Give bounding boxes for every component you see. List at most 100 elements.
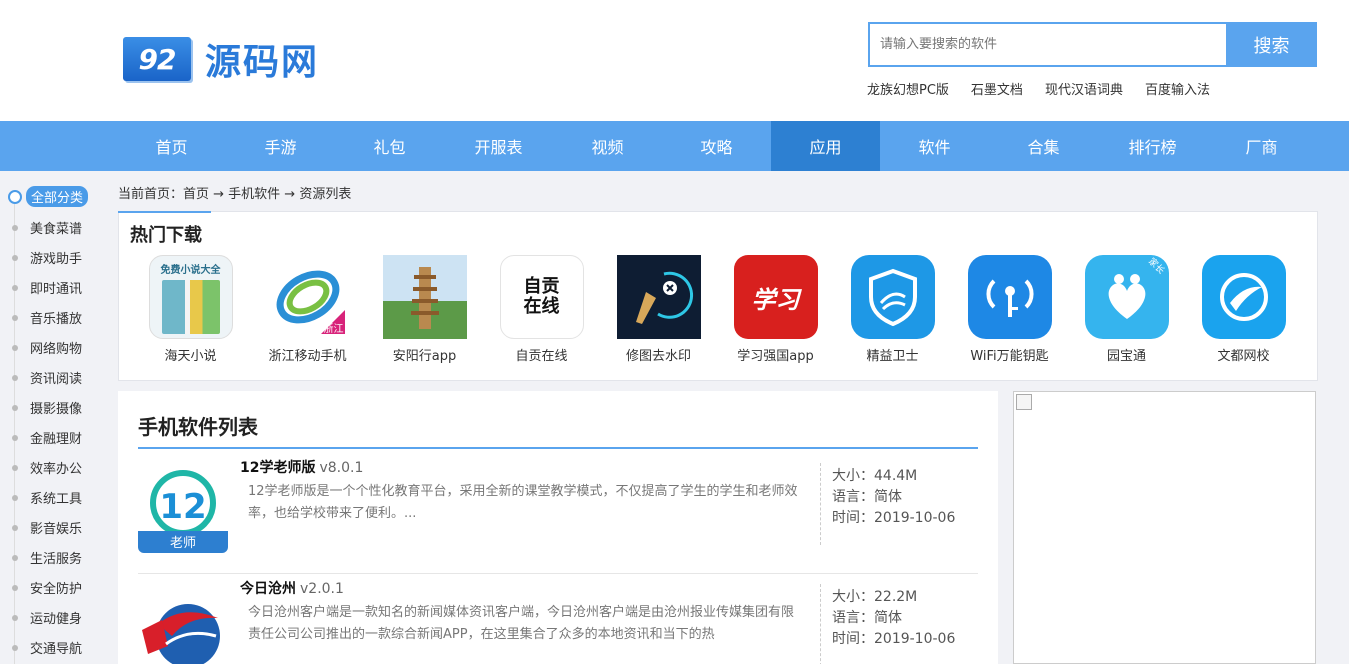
hot-app-item[interactable]: 修图去水印 (600, 255, 717, 364)
list-item[interactable]: 今日沧州 v2.0.1 今日沧州客户端是一款知名的新闻媒体资讯客户端，今日沧州客户… (138, 574, 978, 664)
app-name: 文都网校 (1217, 349, 1270, 364)
bullet-icon (12, 254, 18, 261)
sidebar-item[interactable]: 资讯阅读 (12, 368, 82, 387)
china-mobile-icon: 浙江 (265, 255, 350, 339)
app-name: 自贡在线 (515, 349, 568, 364)
nav-item-videos[interactable]: 视频 (553, 121, 662, 171)
wendu-icon (1201, 255, 1286, 339)
app-title[interactable]: 12学老师版 v8.0.1 (240, 457, 363, 477)
app-jinri-cangzhou-icon (138, 584, 228, 664)
ad-banner[interactable] (1013, 391, 1316, 664)
hot-word-link[interactable]: 百度输入法 (1145, 79, 1210, 98)
nav-item-vendors[interactable]: 厂商 (1207, 121, 1316, 171)
bullet-icon (12, 524, 18, 531)
hot-app-item[interactable]: 安阳行app (366, 255, 483, 364)
hot-app-item[interactable]: WiFi万能钥匙 (951, 255, 1068, 364)
app-name: 12学老师版 (240, 460, 316, 476)
app-name: 海天小说 (164, 349, 217, 364)
app-size: 大小：44.4M (832, 468, 918, 484)
hot-word-link[interactable]: 石墨文档 (971, 79, 1023, 98)
title-accent-line (118, 211, 211, 213)
app-12xue-icon: 12 老师 (138, 463, 228, 553)
zigong-icon: 自贡在线 (499, 255, 584, 339)
sidebar-item-label: 安全防护 (30, 582, 83, 597)
bullet-icon (12, 614, 18, 621)
app-name: 修图去水印 (625, 349, 691, 364)
heart-people-icon: 家长 (1084, 255, 1169, 339)
sidebar-item-label: 系统工具 (30, 492, 83, 507)
software-list-title: 手机软件列表 (138, 415, 258, 439)
sidebar-item-label: 摄影摄像 (30, 402, 83, 417)
sidebar-item[interactable]: 影音娱乐 (12, 518, 82, 537)
breadcrumb: 当前首页：首页 → 手机软件 → 资源列表 (118, 187, 352, 202)
sidebar-item-label: 网络购物 (30, 342, 83, 357)
nav-item-apps[interactable]: 应用 (771, 121, 880, 171)
search-button[interactable]: 搜索 (1226, 22, 1317, 67)
sidebar-item[interactable]: 效率办公 (12, 458, 82, 477)
hot-app-item[interactable]: 免费小说大全 海天小说 (132, 255, 249, 364)
sidebar-item[interactable]: 游戏助手 (12, 248, 82, 267)
sidebar-item-label: 音乐播放 (30, 312, 83, 327)
logo-mark: 92 (123, 37, 191, 81)
nav-item-server-list[interactable]: 开服表 (444, 121, 553, 171)
app-name: 园宝通 (1106, 349, 1146, 364)
site-logo[interactable]: 92 源码网 (123, 33, 319, 85)
hot-downloads-panel: 热门下载 免费小说大全 海天小说 浙江 浙江移动手机 安阳行app 自贡在线 自… (118, 211, 1318, 381)
hot-app-item[interactable]: 自贡在线 自贡在线 (483, 255, 600, 364)
sidebar-item-label: 运动健身 (30, 612, 83, 627)
sidebar-item[interactable]: 美食菜谱 (12, 218, 82, 237)
app-version: v8.0.1 (319, 460, 364, 476)
bullet-icon (12, 464, 18, 471)
sidebar-item[interactable]: 网络购物 (12, 338, 82, 357)
hot-search-words: 龙族幻想PC版 石墨文档 现代汉语词典 百度输入法 (867, 79, 1210, 98)
hot-word-link[interactable]: 现代汉语词典 (1045, 79, 1123, 98)
list-item[interactable]: 12 老师 12学老师版 v8.0.1 12学老师版是一个个性化教育平台，采用全新… (138, 453, 978, 574)
nav-item-home[interactable]: 首页 (117, 121, 226, 171)
hot-app-item[interactable]: 学习 学习强国app (717, 255, 834, 364)
book-icon: 免费小说大全 (148, 255, 233, 339)
svg-text:老师: 老师 (170, 536, 196, 551)
sidebar-item[interactable]: 交通导航 (12, 638, 82, 657)
app-name: 学习强国app (737, 349, 814, 364)
nav-item-collections[interactable]: 合集 (989, 121, 1098, 171)
sidebar-item-all[interactable]: 全部分类 (8, 186, 89, 207)
nav-item-gifts[interactable]: 礼包 (335, 121, 444, 171)
search-input[interactable] (868, 22, 1226, 67)
main-nav: 首页 手游 礼包 开服表 视频 攻略 应用 软件 合集 排行榜 厂商 (0, 121, 1349, 171)
sidebar-item[interactable]: 安全防护 (12, 578, 82, 597)
bullet-icon (12, 554, 18, 561)
hot-app-item[interactable]: 家长 园宝通 (1068, 255, 1185, 364)
sidebar-item-label: 金融理财 (30, 432, 83, 447)
bullet-icon (12, 344, 18, 351)
dashed-divider (820, 463, 821, 545)
bullet-icon (12, 584, 18, 591)
sidebar-item-label: 美食菜谱 (30, 222, 83, 237)
sidebar-item[interactable]: 摄影摄像 (12, 398, 82, 417)
hot-app-item[interactable]: 浙江 浙江移动手机 (249, 255, 366, 364)
app-title[interactable]: 今日沧州 v2.0.1 (240, 578, 344, 598)
nav-item-guides[interactable]: 攻略 (662, 121, 771, 171)
dashed-divider (820, 584, 821, 664)
app-language: 语言：简体 (832, 489, 902, 505)
sidebar-item[interactable]: 金融理财 (12, 428, 82, 447)
sidebar-item-label: 效率办公 (30, 462, 83, 477)
nav-item-mobile-games[interactable]: 手游 (226, 121, 335, 171)
search-bar: 搜索 (868, 22, 1317, 67)
sidebar-item[interactable]: 系统工具 (12, 488, 82, 507)
app-size: 大小：22.2M (832, 589, 918, 605)
sidebar-item[interactable]: 即时通讯 (12, 278, 82, 297)
app-meta: 大小：44.4M 语言：简体 时间：2019-10-06 (832, 466, 955, 529)
nav-item-rankings[interactable]: 排行榜 (1098, 121, 1207, 171)
hot-app-item[interactable]: 精益卫士 (834, 255, 951, 364)
hot-app-item[interactable]: 文都网校 (1185, 255, 1302, 364)
nav-item-software[interactable]: 软件 (880, 121, 989, 171)
hot-word-link[interactable]: 龙族幻想PC版 (867, 79, 949, 98)
software-list-panel: 手机软件列表 12 老师 12学老师版 v8.0.1 12学老师版是一个个性化教育… (118, 391, 998, 664)
shield-icon (850, 255, 935, 339)
sidebar-item[interactable]: 生活服务 (12, 548, 82, 567)
bullet-icon (12, 374, 18, 381)
brush-icon (616, 255, 701, 339)
sidebar-item[interactable]: 音乐播放 (12, 308, 82, 327)
sidebar-item[interactable]: 运动健身 (12, 608, 82, 627)
bullet-icon (12, 224, 18, 231)
